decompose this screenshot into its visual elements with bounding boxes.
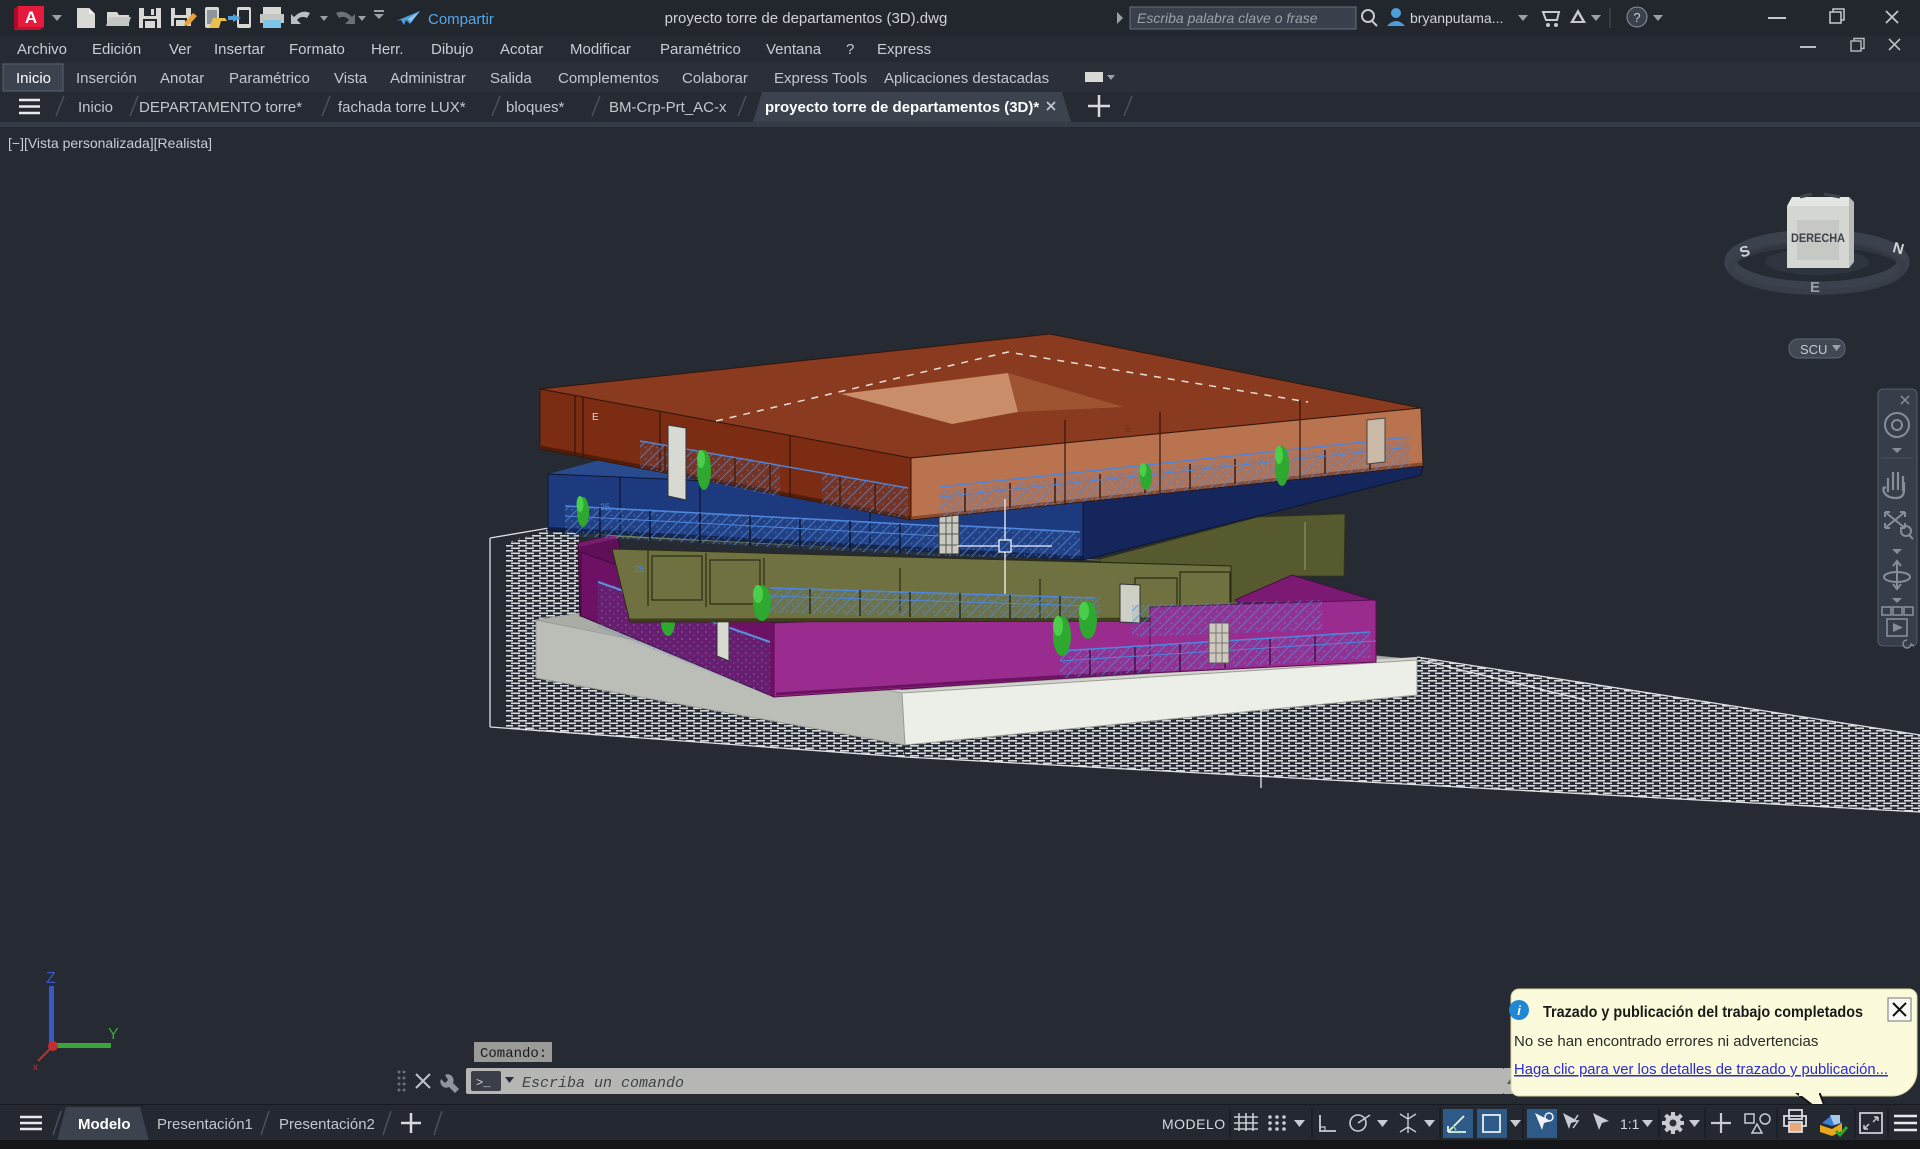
svg-text:?: ? (846, 41, 854, 58)
svg-text:Anotar: Anotar (160, 70, 204, 87)
svg-text:Formato: Formato (289, 41, 345, 58)
svg-text:Presentación2: Presentación2 (279, 1116, 375, 1133)
svg-text:Herr.: Herr. (371, 41, 404, 58)
svg-text:1:1: 1:1 (1620, 1116, 1640, 1132)
svg-text:Archivo: Archivo (17, 41, 67, 58)
svg-text:Complementos: Complementos (558, 70, 659, 87)
svg-text:A: A (25, 8, 37, 27)
svg-text:Modelo: Modelo (78, 1116, 131, 1133)
svg-text:Dibujo: Dibujo (431, 41, 474, 58)
svg-text:Acotar: Acotar (500, 41, 543, 58)
svg-text:Escriba palabra clave o frase: Escriba palabra clave o frase (1137, 10, 1318, 26)
svg-text:Colaborar: Colaborar (682, 70, 748, 87)
svg-text:Express: Express (877, 41, 931, 58)
svg-text:Express Tools: Express Tools (774, 70, 867, 87)
svg-text:Paramétrico: Paramétrico (660, 41, 741, 58)
svg-text:Inicio: Inicio (16, 70, 51, 87)
svg-text:Presentación1: Presentación1 (157, 1116, 253, 1133)
svg-text:fachada torre LUX*: fachada torre LUX* (338, 99, 466, 116)
svg-text:Ventana: Ventana (766, 41, 822, 58)
svg-text:bryanputama...: bryanputama... (1410, 10, 1503, 26)
svg-text:E: E (1810, 279, 1820, 296)
svg-text:BM-Crp-Prt_AC-x: BM-Crp-Prt_AC-x (609, 99, 727, 116)
svg-text:Y: Y (108, 1026, 119, 1043)
svg-text:Inicio: Inicio (78, 99, 113, 116)
svg-text:x: x (33, 1062, 38, 1073)
svg-text:Paramétrico: Paramétrico (229, 70, 310, 87)
svg-text:Insertar: Insertar (214, 41, 265, 58)
svg-text:Salida: Salida (490, 70, 532, 87)
svg-text:DEPARTAMENTO torre*: DEPARTAMENTO torre* (139, 99, 302, 116)
svg-text:proyecto torre de departamento: proyecto torre de departamentos (3D).dwg (665, 10, 948, 27)
svg-text:Administrar: Administrar (390, 70, 466, 87)
svg-text:Edición: Edición (92, 41, 141, 58)
svg-text:Inserción: Inserción (76, 70, 137, 87)
svg-text:bloques*: bloques* (506, 99, 565, 116)
svg-text:Vista: Vista (334, 70, 368, 87)
svg-text:E: E (592, 412, 599, 423)
svg-text:25: 25 (634, 564, 644, 574)
svg-text:proyecto torre de departamento: proyecto torre de departamentos (3D)* (765, 99, 1039, 116)
svg-text:Z: Z (46, 970, 56, 987)
svg-text:E: E (1125, 424, 1132, 435)
svg-text:Aplicaciones destacadas: Aplicaciones destacadas (884, 70, 1049, 87)
svg-text:MODELO: MODELO (1162, 1116, 1226, 1132)
svg-text:?: ? (1633, 10, 1640, 25)
svg-text:SCU: SCU (1800, 342, 1827, 357)
svg-text:DERECHA: DERECHA (1791, 233, 1845, 245)
svg-text:Modificar: Modificar (570, 41, 631, 58)
svg-text:Ver: Ver (169, 41, 192, 58)
svg-text:Compartir: Compartir (428, 11, 494, 28)
